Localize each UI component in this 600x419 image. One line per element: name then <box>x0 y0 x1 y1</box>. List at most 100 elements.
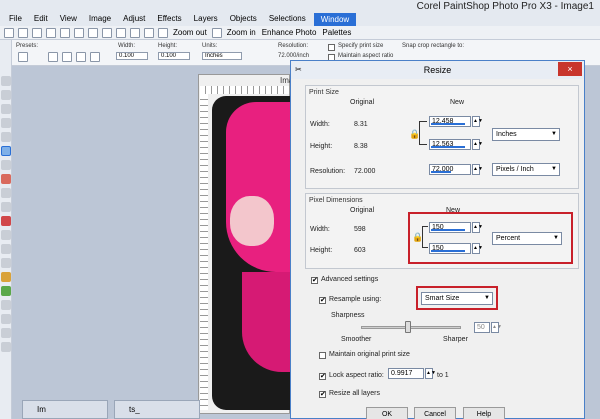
snap-icon[interactable] <box>76 52 86 62</box>
smudge-tool-icon[interactable] <box>1 258 11 268</box>
aspect-ratio-spinner[interactable]: ▲▼ <box>425 368 436 379</box>
resolution-original: 72.000 <box>354 168 376 175</box>
copy-icon[interactable] <box>102 27 112 38</box>
color-changer-icon[interactable] <box>1 286 11 296</box>
maintain-print-size-checkbox[interactable] <box>319 352 326 359</box>
pixel-width-label: Width: <box>310 226 330 233</box>
straighten-tool-icon[interactable] <box>1 160 11 170</box>
pan-tool-icon[interactable] <box>1 76 11 86</box>
ok-button[interactable]: OK <box>366 407 408 419</box>
zoom-in-icon[interactable] <box>211 27 222 38</box>
pixel-width-spinner[interactable]: ▲▼ <box>472 222 483 233</box>
zoom-out-button[interactable]: Zoom out <box>173 28 207 37</box>
menu-adjust[interactable]: Adjust <box>117 12 151 26</box>
horizontal-ruler <box>200 86 290 94</box>
minimized-doc-1[interactable]: Im <box>22 400 108 419</box>
lock-aspect-checkbox[interactable] <box>319 373 326 380</box>
apply-check-icon[interactable] <box>48 52 58 62</box>
pixel-width-input[interactable]: 150 <box>429 222 471 233</box>
minimized-doc-2[interactable]: ts_ <box>114 400 200 419</box>
chevron-down-icon: ▼ <box>551 131 557 137</box>
print-width-original: 8.31 <box>354 121 368 128</box>
close-button[interactable]: × <box>558 62 582 76</box>
eraser-tool-icon[interactable] <box>1 244 11 254</box>
zoom-in-button[interactable]: Zoom in <box>227 28 256 37</box>
menu-view[interactable]: View <box>54 12 83 26</box>
resolution-input[interactable]: 72.000 <box>429 164 471 175</box>
print-height-spinner[interactable]: ▲▼ <box>472 139 483 150</box>
help-button[interactable]: Help <box>463 407 505 419</box>
save-as-icon[interactable] <box>60 27 70 38</box>
specify-print-size-checkbox[interactable] <box>328 44 335 51</box>
shape-tool-icon[interactable] <box>1 314 11 324</box>
fill-tool-icon[interactable] <box>1 272 11 282</box>
dialog-title-bar[interactable]: Resize <box>291 61 584 79</box>
pixel-units-select[interactable]: Percent ▼ <box>492 232 562 245</box>
paint-brush-icon[interactable] <box>1 216 11 226</box>
sharpness-slider-track[interactable] <box>361 326 461 329</box>
resolution-spinner[interactable]: ▲▼ <box>472 164 483 175</box>
units-select[interactable]: Inches <box>202 52 242 60</box>
red-eye-tool-icon[interactable] <box>1 174 11 184</box>
zoom-tool-icon[interactable] <box>1 90 11 100</box>
print-units-select[interactable]: Inches ▼ <box>492 128 560 141</box>
print-width-spinner[interactable]: ▲▼ <box>472 116 483 127</box>
sharpness-spinner[interactable]: ▲▼ <box>491 322 502 333</box>
enhance-photo-button[interactable]: Enhance Photo <box>262 28 317 37</box>
paste-icon[interactable] <box>116 27 126 38</box>
preset-icon[interactable] <box>18 52 28 62</box>
warp-brush-icon[interactable] <box>1 342 11 352</box>
dropper-tool-icon[interactable] <box>1 132 11 142</box>
minimized-doc-2-label: ts_ <box>129 405 140 414</box>
print-height-original: 8.38 <box>354 143 368 150</box>
advanced-settings-checkbox[interactable] <box>311 277 318 284</box>
title-bar: Corel PaintShop Photo Pro X3 - Image1 <box>0 0 600 12</box>
undo-icon[interactable] <box>130 27 140 38</box>
save-icon[interactable] <box>46 27 56 38</box>
open-folder-icon[interactable] <box>18 27 28 38</box>
print-width-input[interactable]: 12.458 <box>429 116 471 127</box>
cut-icon[interactable] <box>88 27 98 38</box>
clear-icon[interactable] <box>62 52 72 62</box>
chevron-down-icon: ▼ <box>553 235 559 241</box>
text-tool-icon[interactable] <box>1 300 11 310</box>
image-canvas[interactable] <box>212 96 290 410</box>
height-field[interactable]: 0.100 <box>158 52 190 60</box>
lighten-tool-icon[interactable] <box>1 230 11 240</box>
aspect-ratio-input[interactable]: 0.9917 <box>388 368 424 379</box>
resample-checkbox[interactable] <box>319 297 326 304</box>
zoom-out-icon[interactable] <box>158 27 168 38</box>
redo-icon[interactable] <box>144 27 154 38</box>
clone-tool-icon[interactable] <box>1 202 11 212</box>
menu-edit[interactable]: Edit <box>28 12 54 26</box>
print-height-input[interactable]: 12.563 <box>429 139 471 150</box>
menu-objects[interactable]: Objects <box>224 12 263 26</box>
makeover-tool-icon[interactable] <box>1 188 11 198</box>
pixel-height-spinner[interactable]: ▲▼ <box>472 243 483 254</box>
menu-bar: File Edit View Image Adjust Effects Laye… <box>0 12 600 26</box>
crop-tool-icon[interactable] <box>1 146 11 156</box>
menu-file[interactable]: File <box>3 12 28 26</box>
pixel-height-input[interactable]: 150 <box>429 243 471 254</box>
pick-tool-icon[interactable] <box>1 104 11 114</box>
new-file-icon[interactable] <box>4 27 14 38</box>
pixel-link-bracket <box>422 226 428 248</box>
resample-method-select[interactable]: Smart Size ▼ <box>421 292 493 305</box>
palettes-button[interactable]: Palettes <box>322 28 351 37</box>
print-icon[interactable] <box>74 27 84 38</box>
menu-effects[interactable]: Effects <box>151 12 187 26</box>
sharpness-input[interactable]: 50 <box>474 322 490 333</box>
selection-tool-icon[interactable] <box>1 118 11 128</box>
browse-icon[interactable] <box>32 27 42 38</box>
crop-icon[interactable] <box>90 52 100 62</box>
cancel-button[interactable]: Cancel <box>414 407 456 419</box>
pen-tool-icon[interactable] <box>1 328 11 338</box>
resize-all-layers-checkbox[interactable] <box>319 391 326 398</box>
resolution-units-select[interactable]: Pixels / Inch ▼ <box>492 163 560 176</box>
menu-window[interactable]: Window <box>313 12 357 26</box>
menu-layers[interactable]: Layers <box>188 12 224 26</box>
menu-image[interactable]: Image <box>83 12 117 26</box>
width-field[interactable]: 0.100 <box>116 52 148 60</box>
menu-selections[interactable]: Selections <box>263 12 312 26</box>
sharpness-slider-thumb[interactable] <box>405 321 411 333</box>
